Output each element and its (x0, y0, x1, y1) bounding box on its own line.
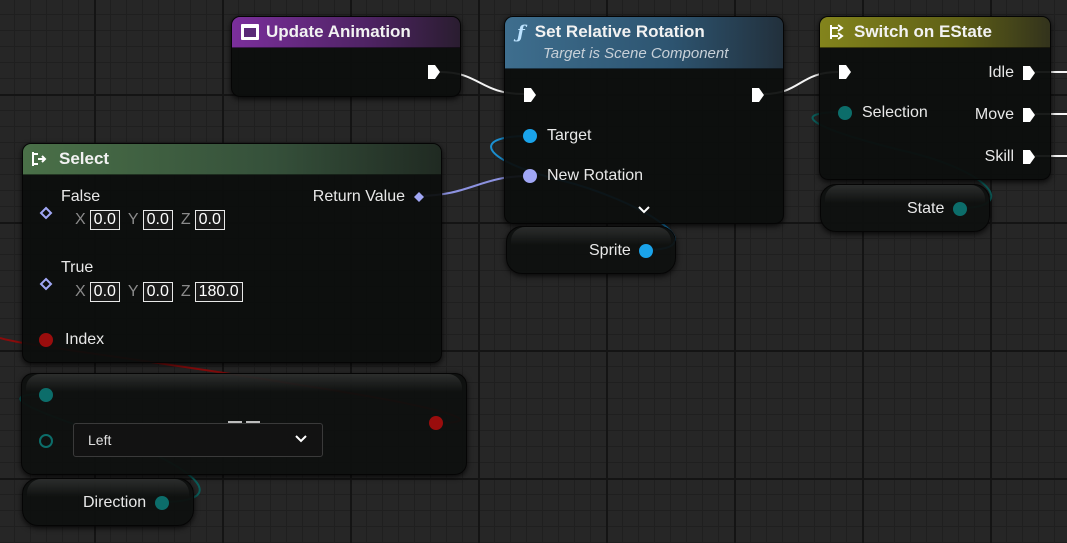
byte-pin-icon[interactable] (39, 388, 53, 402)
state-variable-node[interactable]: State (820, 184, 990, 232)
rotator-pin-icon (414, 192, 424, 202)
pin-label: Return Value (312, 188, 405, 205)
false-vector-fields: X 0.0 Y 0.0 Z 0.0 (67, 210, 225, 230)
node-header[interactable]: Update Animation (232, 17, 460, 48)
node-header[interactable]: Select (23, 144, 441, 175)
variable-label: Sprite (589, 242, 631, 259)
node-title: Select (59, 149, 110, 168)
bool-pin-icon[interactable] (429, 416, 443, 430)
move-pin[interactable]: Move (975, 106, 1036, 124)
exec-out-pin[interactable] (751, 87, 765, 103)
byte-pin-icon[interactable] (155, 496, 169, 510)
target-pin[interactable]: Target (523, 127, 591, 145)
y-axis-label: Y (127, 211, 139, 228)
z-axis-label: Z (180, 283, 191, 300)
pin-label: New Rotation (547, 167, 644, 184)
node-title: Switch on EState (854, 22, 992, 41)
wildcard-pin-icon[interactable] (39, 206, 53, 225)
node-subtitle: Target is Scene Component (543, 45, 729, 62)
switch-icon (828, 23, 848, 41)
wildcard-pin-icon[interactable] (39, 277, 53, 296)
exec-in-pin[interactable] (838, 64, 852, 80)
exec-in-pin[interactable] (523, 87, 537, 103)
z-axis-label: Z (180, 211, 191, 228)
idle-pin[interactable]: Idle (988, 64, 1036, 82)
byte-pin-icon[interactable] (953, 202, 967, 216)
switch-on-estate-node[interactable]: Switch on EState Selection Idle Move Ski… (819, 16, 1051, 180)
exec-out-pin[interactable] (427, 64, 441, 80)
pin-label: Move (974, 106, 1014, 123)
selection-pin[interactable]: Selection (838, 104, 928, 122)
equal-enum-node[interactable]: Left (21, 373, 467, 475)
sprite-variable-node[interactable]: Sprite (506, 226, 676, 274)
return-value-pin[interactable]: Return Value (313, 188, 425, 206)
index-pin[interactable]: Index (39, 331, 104, 349)
true-pin-label: True (61, 259, 94, 276)
variable-label: Direction (83, 494, 147, 511)
true-y-input[interactable]: 0.0 (142, 282, 173, 302)
false-z-input[interactable]: 0.0 (194, 210, 225, 230)
select-icon (31, 150, 53, 168)
dropdown-value: Left (88, 432, 112, 448)
update-animation-node[interactable]: Update Animation (231, 16, 461, 97)
skill-pin[interactable]: Skill (985, 148, 1036, 166)
chevron-down-icon (294, 431, 308, 449)
node-header[interactable]: Switch on EState (820, 17, 1050, 48)
pin-label: Skill (984, 148, 1014, 165)
direction-variable-node[interactable]: Direction (22, 478, 194, 526)
enum-dropdown[interactable]: Left (73, 423, 323, 457)
event-icon (240, 23, 260, 41)
byte-pin-icon (838, 106, 852, 120)
function-icon: ƒ (517, 21, 525, 43)
true-vector-fields: X 0.0 Y 0.0 Z 180.0 (67, 282, 243, 302)
byte-pin-icon[interactable] (39, 434, 53, 448)
node-title: Update Animation (266, 22, 411, 41)
chevron-down-icon[interactable] (637, 202, 651, 220)
rotator-pin-icon (523, 169, 537, 183)
true-z-input[interactable]: 180.0 (194, 282, 243, 302)
pin-label: Target (547, 127, 592, 144)
pin-label: Index (65, 331, 105, 348)
pin-label: Idle (988, 64, 1014, 81)
x-axis-label: X (75, 283, 86, 300)
false-pin-label: False (61, 188, 101, 205)
variable-label: State (907, 200, 945, 217)
pin-label: Selection (862, 104, 928, 121)
node-header[interactable]: ƒ Set Relative Rotation Target is Scene … (505, 17, 783, 69)
object-pin-icon (523, 129, 537, 143)
new-rotation-pin[interactable]: New Rotation (523, 167, 643, 185)
node-title: Set Relative Rotation (534, 22, 705, 41)
true-x-input[interactable]: 0.0 (89, 282, 120, 302)
x-axis-label: X (75, 211, 86, 228)
object-pin-icon[interactable] (639, 244, 653, 258)
select-node[interactable]: Select False X 0.0 Y 0.0 Z 0.0 True X 0.… (22, 143, 442, 363)
bool-pin-icon (39, 333, 53, 347)
set-relative-rotation-node[interactable]: ƒ Set Relative Rotation Target is Scene … (504, 16, 784, 224)
false-x-input[interactable]: 0.0 (89, 210, 120, 230)
false-y-input[interactable]: 0.0 (142, 210, 173, 230)
y-axis-label: Y (127, 283, 139, 300)
